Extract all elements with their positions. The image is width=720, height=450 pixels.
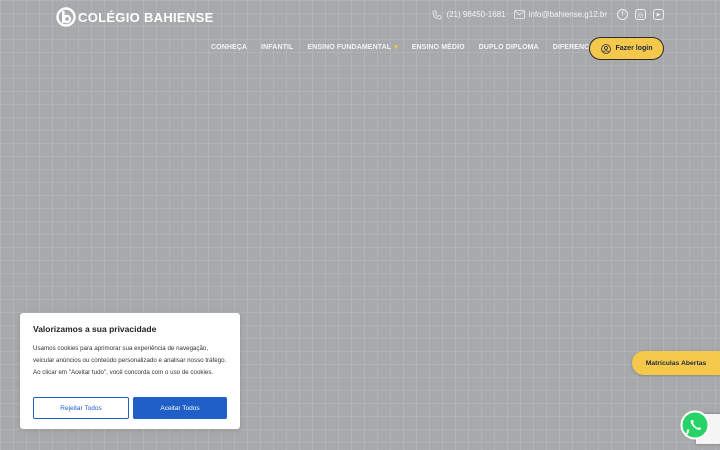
accept-all-button[interactable]: Aceitar Todos [133,397,227,419]
nav-item-duplo-diploma[interactable]: DUPLO DIPLOMA [479,43,539,51]
nav-item-ensino-fundamental[interactable]: ENSINO FUNDAMENTAL ▾ [307,43,398,52]
nav-label: ENSINO MÉDIO [411,43,465,51]
facebook-icon[interactable]: f [617,9,628,20]
social-links: f ◎ ▶ [617,9,664,20]
instagram-icon[interactable]: ◎ [635,9,646,20]
user-icon [600,43,611,54]
cookie-actions: Rejeitar Todos Aceitar Todos [33,397,227,419]
cookie-banner: Valorizamos a sua privacidade Usamos coo… [20,313,240,429]
nav-item-conheca[interactable]: CONHEÇA [211,43,247,51]
nav-label: ENSINO FUNDAMENTAL [307,43,392,51]
email-link[interactable]: info@bahiense.g12.br [513,10,607,19]
mail-icon [513,10,525,19]
cookie-title: Valorizamos a sua privacidade [33,324,157,334]
phone-icon [433,10,442,19]
phone-link[interactable]: (21) 98450-1681 [432,10,506,20]
logo-mark-icon [56,7,76,27]
reject-all-button[interactable]: Rejeitar Todos [33,397,129,419]
nav-item-infantil[interactable]: INFANTIL [261,43,293,51]
nav-label: CONHEÇA [211,43,248,51]
brand-logo[interactable]: COLÉGIO BAHIENSE [56,6,214,28]
email-address: info@bahiense.g12.br [528,10,607,19]
nav-item-ensino-medio[interactable]: ENSINO MÉDIO [412,43,465,51]
brand-name: COLÉGIO BAHIENSE [78,9,214,25]
chevron-down-icon: ▾ [394,44,398,51]
whatsapp-icon[interactable] [680,410,710,440]
nav-label: INFANTIL [261,43,294,51]
main-nav: CONHEÇA INFANTIL ENSINO FUNDAMENTAL ▾ ENS… [211,43,610,52]
youtube-icon[interactable]: ▶ [653,9,664,20]
matriculas-abertas-button[interactable]: Matrículas Abertas [632,351,720,375]
phone-number: (21) 98450-1681 [446,10,506,19]
login-label: Fazer login [615,45,653,52]
cookie-text: Usamos cookies para aprimorar sua experi… [33,345,227,376]
nav-label: DUPLO DIPLOMA [478,43,539,51]
login-button[interactable]: Fazer login [589,37,664,60]
top-contact-bar: (21) 98450-1681 info@bahiense.g12.br f ◎… [432,9,664,20]
